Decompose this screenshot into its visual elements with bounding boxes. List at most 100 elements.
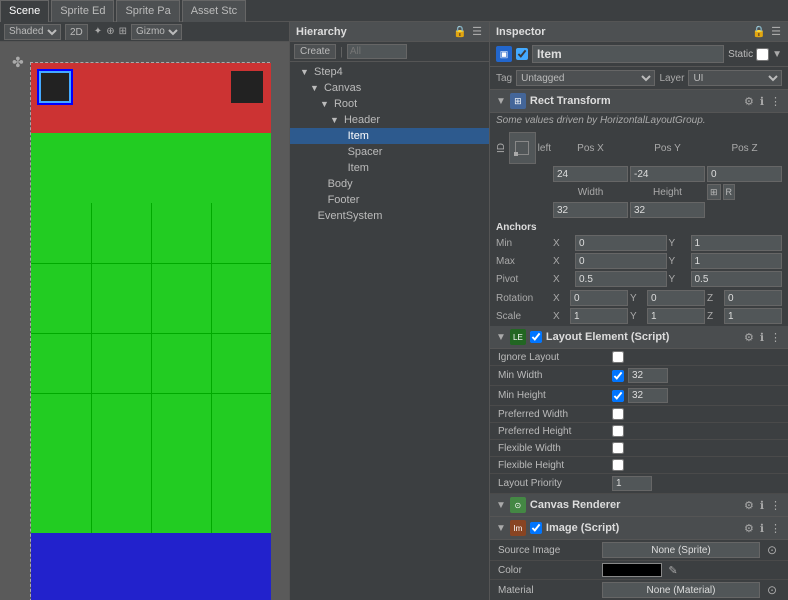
image-section-header[interactable]: ▼ Im Image (Script) ⚙ ℹ ⋮	[490, 517, 788, 540]
scene-icon-grid: ⊞	[119, 26, 127, 37]
min-height-checkbox[interactable]	[612, 390, 624, 402]
canvas-more-btn[interactable]: ⋮	[769, 499, 782, 512]
scale-y-input[interactable]	[647, 308, 705, 324]
tree-item-body[interactable]: Body	[290, 176, 489, 192]
hierarchy-title: Hierarchy	[296, 26, 347, 38]
color-edit-btn[interactable]: ✎	[666, 563, 680, 577]
item-name-field[interactable]: Item	[532, 45, 724, 63]
canvas-renderer-section[interactable]: ▼ ⊙ Canvas Renderer ⚙ ℹ ⋮	[490, 494, 788, 517]
min-height-input[interactable]	[628, 388, 668, 403]
height-input[interactable]	[630, 202, 705, 218]
preferred-height-checkbox[interactable]	[612, 425, 624, 437]
pivot-y-input[interactable]	[691, 271, 783, 287]
width-height-r-btn[interactable]: R	[723, 184, 736, 200]
tree-item-eventsystem[interactable]: EventSystem	[290, 208, 489, 224]
preferred-height-label: Preferred Height	[498, 426, 608, 437]
ignore-layout-checkbox[interactable]	[612, 351, 624, 363]
anchor-min-x-input[interactable]	[575, 235, 667, 251]
rot-x-input[interactable]	[570, 290, 628, 306]
anchor-max-y-input[interactable]	[691, 253, 783, 269]
static-checkbox[interactable]	[756, 48, 769, 61]
tree-label-body: Body	[328, 178, 353, 190]
tree-item-spacer[interactable]: Spacer	[290, 144, 489, 160]
tree-item-header[interactable]: ▼ Header	[290, 112, 489, 128]
anchors-title: Anchors	[496, 222, 546, 233]
tree-item-item2[interactable]: Item	[290, 160, 489, 176]
rot-y-input[interactable]	[647, 290, 705, 306]
flexible-height-checkbox[interactable]	[612, 459, 624, 471]
layer-select[interactable]: UI	[688, 70, 782, 86]
ignore-layout-label: Ignore Layout	[498, 352, 608, 363]
width-height-expand-btn[interactable]: ⊞	[707, 184, 721, 200]
item-square	[231, 71, 263, 103]
image-enabled-checkbox[interactable]	[530, 522, 542, 534]
tree-label-header: Header	[344, 114, 380, 126]
tab-scene[interactable]: Scene	[0, 0, 49, 22]
tag-select[interactable]: Untagged	[516, 70, 655, 86]
anchor-max-x-input[interactable]	[575, 253, 667, 269]
canvas-icon: ⊙	[510, 497, 526, 513]
pos-y-input[interactable]	[630, 166, 705, 182]
pivot-x-input[interactable]	[575, 271, 667, 287]
anchor-widget[interactable]	[509, 132, 536, 164]
tab-sprite-pa[interactable]: Sprite Pa	[116, 0, 179, 22]
preferred-width-checkbox[interactable]	[612, 408, 624, 420]
scene-canvas[interactable]: ✤	[0, 42, 289, 600]
rect-transform-section[interactable]: ▼ ⊞ Rect Transform ⚙ ℹ ⋮	[490, 90, 788, 113]
inspector-lock-btn[interactable]: 🔒	[751, 25, 767, 38]
tree-item-footer[interactable]: Footer	[290, 192, 489, 208]
min-width-input[interactable]	[628, 368, 668, 383]
image-settings-btn[interactable]: ⚙	[743, 522, 755, 535]
driven-msg: Some values driven by HorizontalLayoutGr…	[490, 113, 788, 130]
anchor-min-y-input[interactable]	[691, 235, 783, 251]
hierarchy-search[interactable]	[347, 44, 407, 59]
hierarchy-menu-btn[interactable]: ☰	[471, 25, 483, 38]
min-width-checkbox[interactable]	[612, 370, 624, 382]
material-btn[interactable]: None (Material)	[602, 582, 760, 598]
layout-priority-label: Layout Priority	[498, 478, 608, 489]
item-enabled-checkbox[interactable]	[516, 48, 528, 60]
image-more-btn[interactable]: ⋮	[769, 522, 782, 535]
source-image-btn[interactable]: None (Sprite)	[602, 542, 760, 558]
tree-item-step4[interactable]: ▼ Step4	[290, 64, 489, 80]
canvas-settings-btn[interactable]: ⚙	[743, 499, 755, 512]
layout-more-btn[interactable]: ⋮	[769, 331, 782, 344]
inspector-panel: Inspector 🔒 ☰ ▣ Item Static ▼ Tag	[490, 22, 788, 600]
shader-select[interactable]: Shaded	[4, 24, 61, 40]
scene-2d-btn[interactable]: 2D	[65, 24, 88, 40]
material-select-btn[interactable]: ⊙	[764, 582, 780, 598]
anchor-label: left	[538, 143, 551, 154]
tab-sprite-ed[interactable]: Sprite Ed	[51, 0, 114, 22]
create-btn[interactable]: Create	[294, 44, 336, 59]
scale-z-input[interactable]	[724, 308, 782, 324]
layout-element-section[interactable]: ▼ LE Layout Element (Script) ⚙ ℹ ⋮	[490, 326, 788, 349]
flexible-height-label: Flexible Height	[498, 460, 608, 471]
tree-item-canvas[interactable]: ▼ Canvas	[290, 80, 489, 96]
item-selected[interactable]	[39, 71, 71, 103]
layout-priority-input[interactable]	[612, 476, 652, 491]
rot-z-input[interactable]	[724, 290, 782, 306]
tab-asset-stc[interactable]: Asset Stc	[182, 0, 246, 22]
pos-x-input[interactable]	[553, 166, 628, 182]
canvas-info-btn[interactable]: ℹ	[759, 499, 765, 512]
hierarchy-lock-btn[interactable]: 🔒	[452, 25, 468, 38]
tree-item-item1[interactable]: Item	[290, 128, 489, 144]
color-preview[interactable]	[602, 563, 662, 577]
layout-info-btn[interactable]: ℹ	[759, 331, 765, 344]
source-image-select-btn[interactable]: ⊙	[764, 542, 780, 558]
scene-toolbar: Shaded 2D ✦ ⊕ ⊞ Gizmo	[0, 22, 289, 42]
rect-info-btn[interactable]: ℹ	[759, 95, 765, 108]
scale-x-input[interactable]	[570, 308, 628, 324]
width-input[interactable]	[553, 202, 628, 218]
image-info-btn[interactable]: ℹ	[759, 522, 765, 535]
pos-z-input[interactable]	[707, 166, 782, 182]
layout-settings-btn[interactable]: ⚙	[743, 331, 755, 344]
flexible-width-checkbox[interactable]	[612, 442, 624, 454]
inspector-menu-btn[interactable]: ☰	[770, 25, 782, 38]
gizmo-select[interactable]: Gizmo	[131, 24, 182, 40]
rect-more-btn[interactable]: ⋮	[769, 95, 782, 108]
layout-enabled-checkbox[interactable]	[530, 331, 542, 343]
tree-item-root[interactable]: ▼ Root	[290, 96, 489, 112]
header-rect	[31, 63, 271, 133]
rect-settings-btn[interactable]: ⚙	[743, 95, 755, 108]
